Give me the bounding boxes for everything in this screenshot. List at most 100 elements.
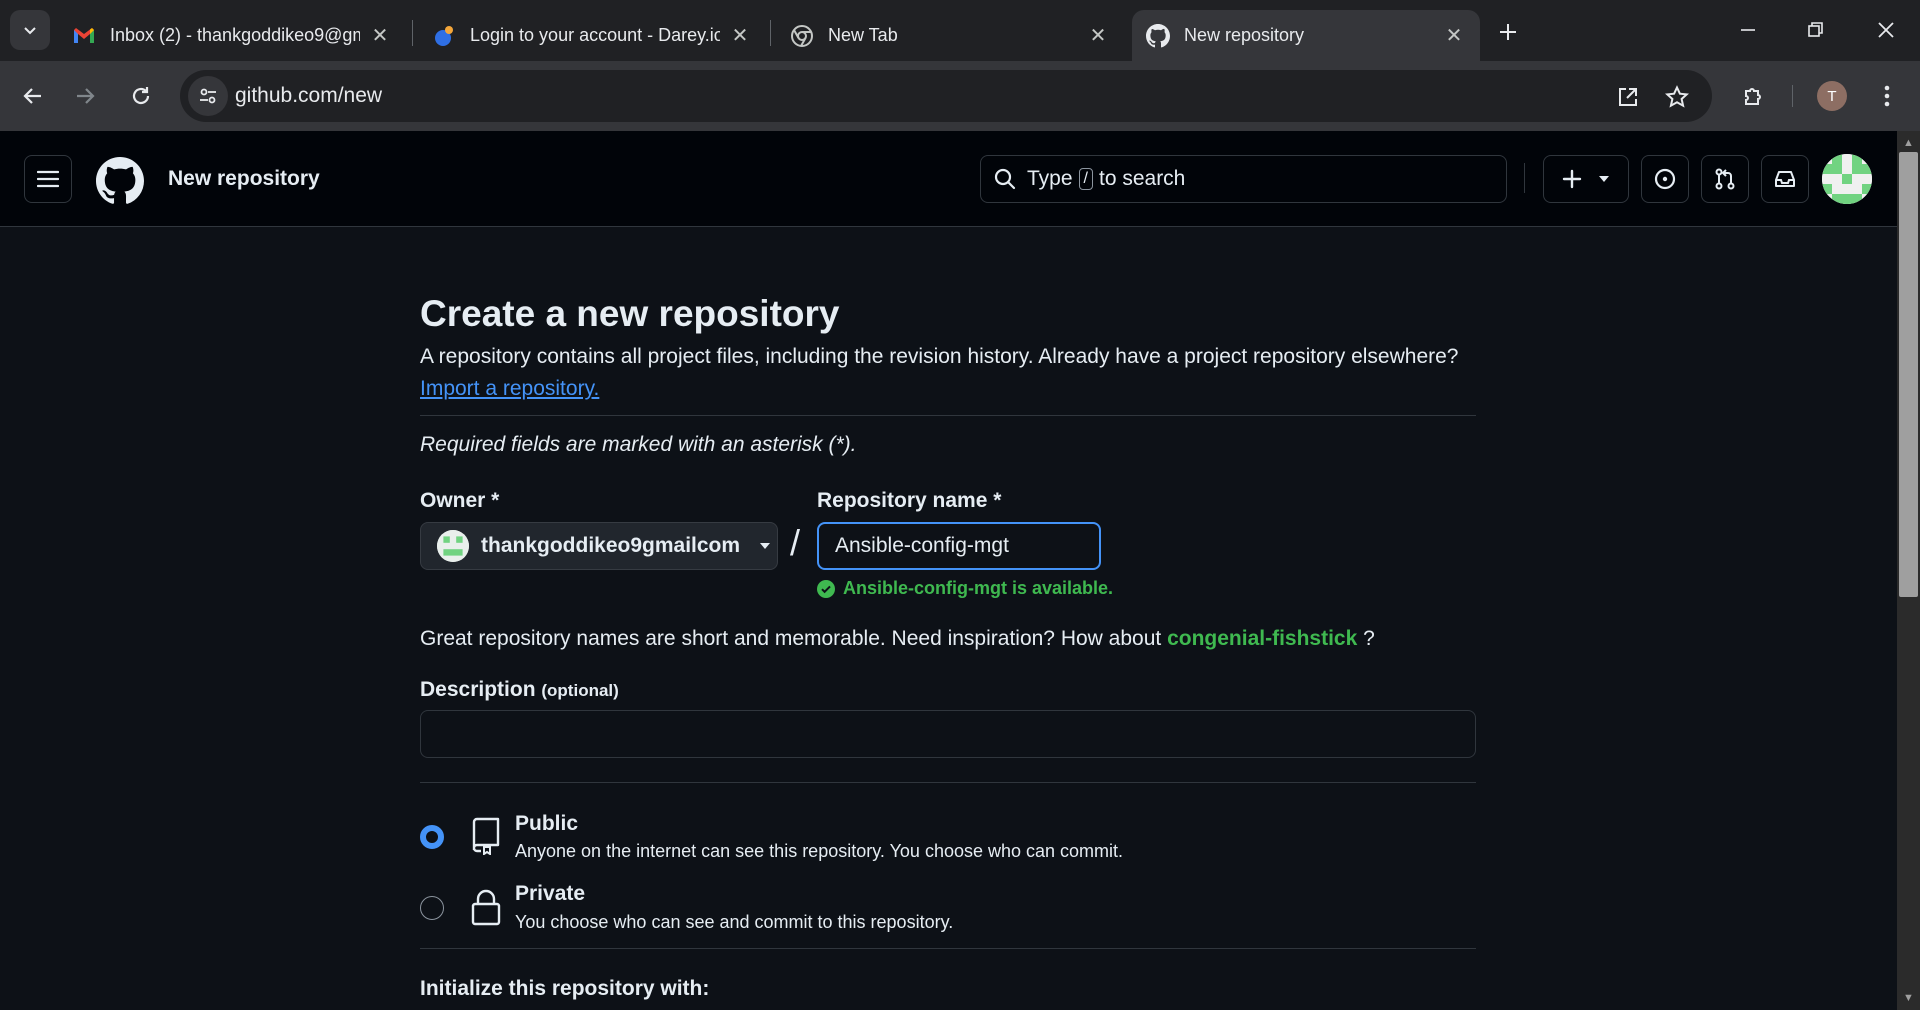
public-radio[interactable] xyxy=(420,825,444,849)
toolbar-divider xyxy=(1792,85,1793,107)
tab-new-repository[interactable]: New repository ✕ xyxy=(1132,10,1480,61)
back-button[interactable] xyxy=(14,77,52,115)
profile-avatar-button[interactable]: T xyxy=(1817,81,1847,111)
open-external-icon xyxy=(1619,88,1637,106)
identicon-icon xyxy=(1822,154,1872,204)
inbox-icon xyxy=(1775,171,1795,187)
scroll-up-arrow[interactable]: ▲ xyxy=(1899,135,1918,151)
bookmark-button[interactable] xyxy=(1662,82,1692,112)
divider xyxy=(420,782,1476,783)
minimize-icon xyxy=(1741,29,1755,31)
description-label-text: Description xyxy=(420,678,536,701)
more-vert-icon xyxy=(1884,85,1890,107)
import-repository-link[interactable]: Import a repository. xyxy=(420,377,599,401)
tune-icon xyxy=(200,88,216,104)
description-input[interactable] xyxy=(420,710,1476,758)
repo-icon xyxy=(472,817,500,855)
lock-icon xyxy=(471,889,501,926)
initialize-heading: Initialize this repository with: xyxy=(420,977,710,1000)
issues-button[interactable] xyxy=(1641,155,1689,203)
search-suffix: to search xyxy=(1098,167,1186,190)
close-icon[interactable]: ✕ xyxy=(1442,24,1466,48)
user-avatar[interactable] xyxy=(1822,154,1872,204)
open-in-app-button[interactable] xyxy=(1613,82,1643,112)
url-text[interactable]: github.com/new xyxy=(235,84,382,108)
github-header: New repository Type / to search xyxy=(0,131,1897,227)
star-icon xyxy=(1665,85,1689,108)
tab-new-tab[interactable]: New Tab ✕ xyxy=(776,10,1124,61)
reload-icon xyxy=(132,87,150,105)
site-info-button[interactable] xyxy=(188,76,228,116)
pull-request-icon xyxy=(1715,168,1735,190)
close-icon xyxy=(1878,22,1894,38)
suggested-name-link[interactable]: congenial-fishstick xyxy=(1167,627,1357,650)
close-window-button[interactable] xyxy=(1862,8,1910,52)
pull-requests-button[interactable] xyxy=(1701,155,1749,203)
owner-repo-separator: / xyxy=(790,522,801,563)
availability-message: Ansible-config-mgt is available. xyxy=(817,578,1113,599)
restore-button[interactable] xyxy=(1792,8,1840,52)
new-tab-button[interactable] xyxy=(1490,14,1526,50)
close-icon[interactable]: ✕ xyxy=(368,24,392,48)
header-divider xyxy=(1524,163,1525,193)
github-icon xyxy=(1146,23,1170,48)
owner-avatar xyxy=(437,530,469,562)
tab-separator xyxy=(770,20,771,46)
owner-value: thankgoddikeo9gmailcom xyxy=(481,534,741,557)
extensions-button[interactable] xyxy=(1735,77,1773,115)
private-description: You choose who can see and commit to thi… xyxy=(515,912,954,932)
global-nav-menu-button[interactable] xyxy=(24,155,72,203)
restore-icon xyxy=(1808,22,1823,37)
owner-dropdown[interactable]: thankgoddikeo9gmailcom xyxy=(420,522,778,570)
reload-button[interactable] xyxy=(122,77,160,115)
address-bar[interactable]: github.com/new xyxy=(180,70,1712,122)
create-new-button[interactable] xyxy=(1543,155,1629,203)
search-shortcut-key: / xyxy=(1078,168,1093,190)
inbox-button[interactable] xyxy=(1761,155,1809,203)
description-label: Description (optional) xyxy=(420,678,619,702)
hamburger-icon xyxy=(37,170,59,188)
minimize-button[interactable] xyxy=(1724,8,1772,52)
tab-title: New repository xyxy=(1184,25,1305,45)
issue-icon xyxy=(1654,168,1676,190)
inspiration-text: Great repository names are short and mem… xyxy=(420,627,1162,650)
owner-label: Owner * xyxy=(420,489,500,512)
availability-text: Ansible-config-mgt is available. xyxy=(843,578,1114,598)
forward-button[interactable] xyxy=(66,77,104,115)
divider xyxy=(420,948,1476,949)
private-radio[interactable] xyxy=(420,896,444,920)
page-subtitle: A repository contains all project files,… xyxy=(420,345,1459,368)
arrow-left-icon xyxy=(23,88,41,104)
public-title: Public xyxy=(515,812,579,835)
tab-search-button[interactable] xyxy=(10,10,50,50)
repository-name-input[interactable] xyxy=(817,522,1101,570)
tab-darey[interactable]: Login to your account - Darey.io ✕ xyxy=(418,10,766,61)
close-icon[interactable]: ✕ xyxy=(728,24,752,48)
inspiration-end: ? xyxy=(1363,627,1375,650)
plus-icon xyxy=(1562,169,1582,189)
puzzle-icon xyxy=(1745,88,1761,105)
optional-tag: (optional) xyxy=(541,681,619,700)
plus-icon xyxy=(1500,24,1516,40)
arrow-right-icon xyxy=(77,88,95,104)
gmail-icon xyxy=(72,24,96,48)
triangle-down-icon xyxy=(760,543,771,549)
darey-icon xyxy=(432,24,456,48)
browser-tabstrip: Inbox (2) - thankgoddikeo9@gmail.com ✕ L… xyxy=(0,0,1920,61)
name-inspiration: Great repository names are short and mem… xyxy=(420,627,1375,651)
scroll-down-arrow[interactable]: ▼ xyxy=(1899,990,1918,1006)
tab-gmail[interactable]: Inbox (2) - thankgoddikeo9@gmail.com ✕ xyxy=(58,10,406,61)
page-title: Create a new repository xyxy=(420,293,840,334)
scrollbar-thumb[interactable] xyxy=(1899,152,1918,597)
chrome-menu-button[interactable] xyxy=(1868,77,1906,115)
search-input[interactable]: Type / to search xyxy=(980,155,1507,203)
close-icon[interactable]: ✕ xyxy=(1086,24,1110,48)
check-circle-icon xyxy=(817,579,835,598)
required-fields-note: Required fields are marked with an aster… xyxy=(420,433,857,456)
search-icon xyxy=(994,168,1016,190)
page-context-title[interactable]: New repository xyxy=(168,167,320,191)
private-title: Private xyxy=(515,882,586,905)
chrome-icon xyxy=(790,24,814,48)
repo-name-label: Repository name * xyxy=(817,489,1002,512)
github-logo-icon[interactable] xyxy=(96,157,144,205)
